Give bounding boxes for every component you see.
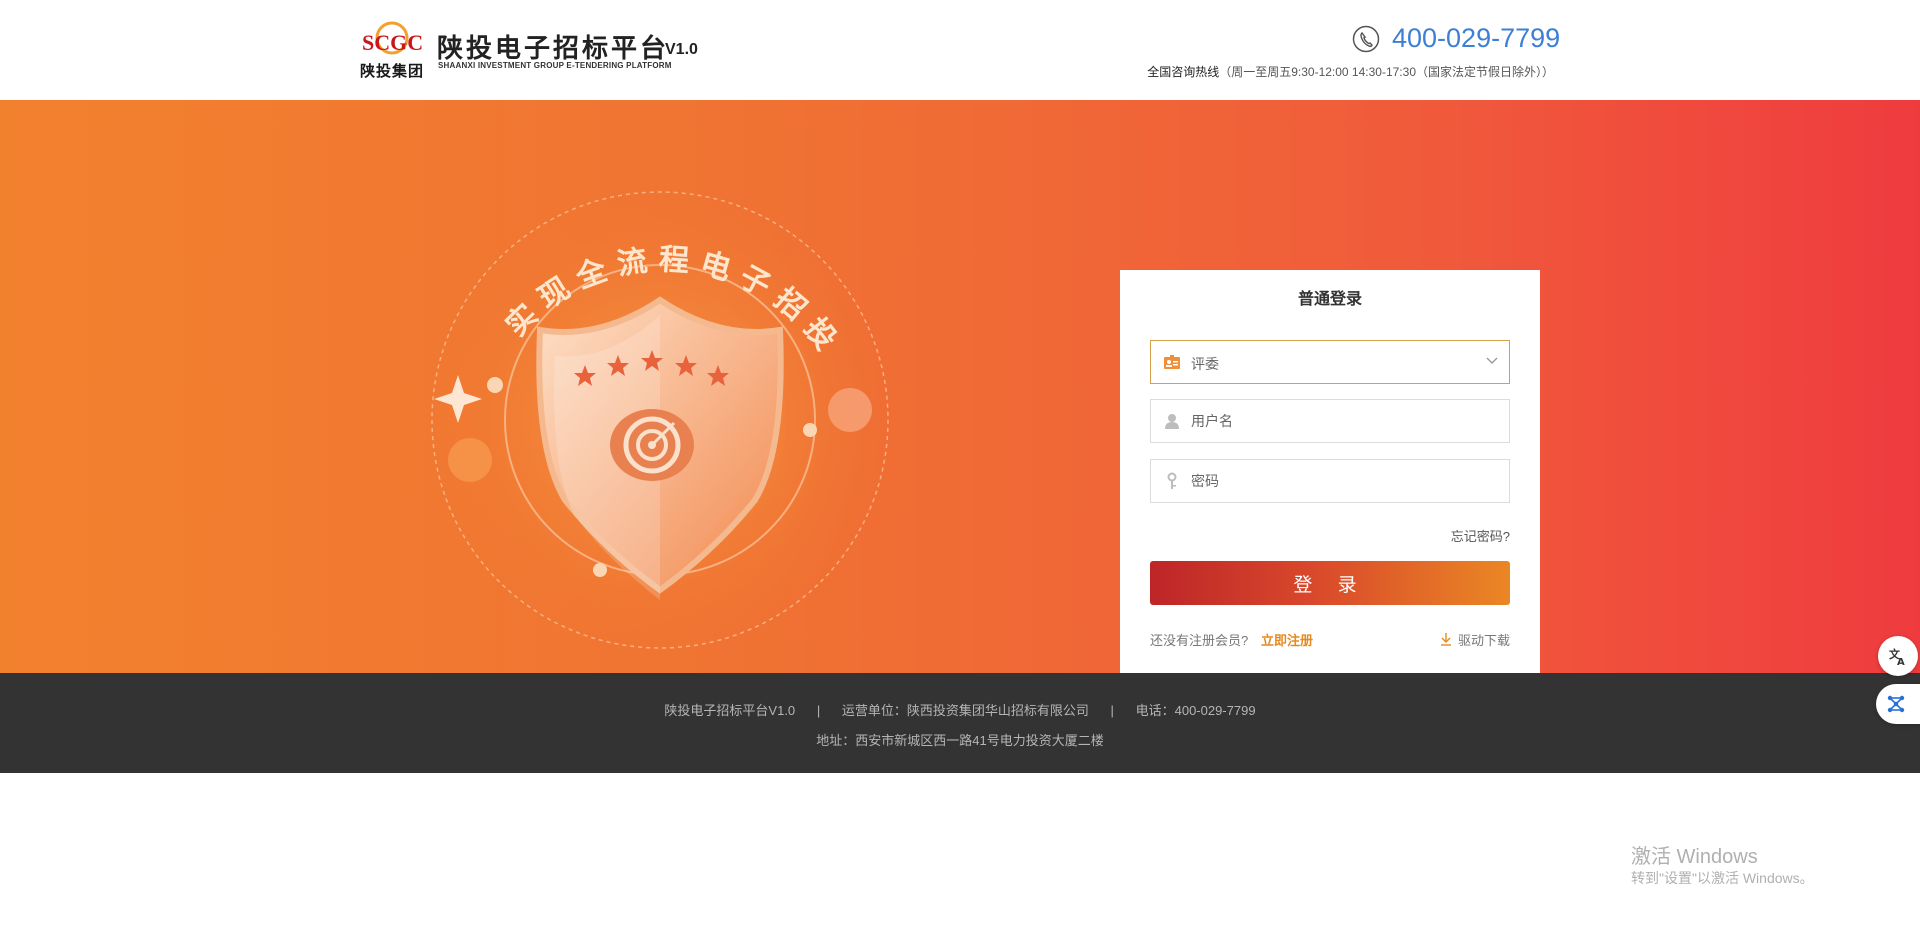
register-link[interactable]: 立即注册 — [1261, 630, 1313, 649]
password-input[interactable] — [1191, 460, 1491, 502]
password-field[interactable] — [1150, 459, 1510, 503]
shield-illustration: 实现全流程电子招投标 — [420, 180, 890, 650]
chevron-down-icon — [1486, 357, 1498, 364]
driver-download-link[interactable]: 驱动下载 — [1458, 630, 1510, 649]
hotline-label: 全国咨询热线 — [1147, 65, 1220, 79]
platform-title-english: SHAANXI INVESTMENT GROUP E-TENDERING PLA… — [438, 61, 672, 70]
network-icon — [1887, 695, 1905, 713]
login-button[interactable]: 登 录 — [1150, 561, 1510, 605]
footer-info: 陕投电子招标平台V1.0 | 运营单位：陕西投资集团华山招标有限公司 | 电话：… — [664, 703, 1256, 718]
platform-version: V1.0 — [665, 41, 698, 58]
svg-text:A: A — [1897, 657, 1905, 666]
company-logo[interactable]: SCGC 陕投集团 — [360, 20, 424, 80]
key-icon — [1167, 472, 1177, 489]
network-tool-button[interactable] — [1876, 684, 1920, 724]
role-select[interactable]: 评委 — [1150, 340, 1510, 384]
windows-activation-subtitle: 转到"设置"以激活 Windows。 — [1631, 870, 1814, 886]
username-input[interactable] — [1191, 400, 1491, 442]
site-footer: 陕投电子招标平台V1.0 | 运营单位：陕西投资集团华山招标有限公司 | 电话：… — [0, 673, 1920, 773]
user-icon — [1165, 414, 1179, 429]
login-title: 普通登录 — [1297, 291, 1362, 308]
download-icon[interactable] — [1440, 632, 1452, 646]
role-selected-value: 评委 — [1191, 356, 1219, 372]
translate-icon: 文 A — [1889, 647, 1905, 666]
username-field[interactable] — [1150, 399, 1510, 443]
windows-activation-title: 激活 Windows — [1631, 846, 1758, 868]
platform-title: 陕投电子招标平台 — [437, 33, 670, 63]
footer-address: 地址：西安市新城区西一路41号电力投资大厦二楼 — [816, 733, 1104, 748]
logo-company-name: 陕投集团 — [360, 63, 425, 80]
hotline-hours: （周一至周五9:30-12:00 14:30-17:30（国家法定节假日除外）） — [1219, 65, 1554, 79]
forgot-password-link[interactable]: 忘记密码? — [1451, 526, 1510, 545]
hero-banner: 实现全流程电子招投标 普通登录 评委 — [0, 100, 1920, 693]
translate-button[interactable]: 文 A — [1878, 636, 1918, 676]
site-header: SCGC 陕投集团 陕投电子招标平台 V1.0 SHAANXI INVESTME… — [0, 0, 1920, 100]
hotline-info: 全国咨询热线（周一至周五9:30-12:00 14:30-17:30（国家法定节… — [1147, 63, 1554, 80]
role-icon — [1164, 355, 1180, 369]
phone-icon — [1352, 25, 1380, 53]
hotline-number: 400-029-7799 — [1392, 23, 1561, 53]
svg-text:SCGC: SCGC — [362, 30, 423, 55]
no-account-text: 还没有注册会员? — [1150, 633, 1249, 648]
logo-mark-icon: SCGC — [362, 21, 423, 55]
login-card: 普通登录 评委 用户名 忘记密码? 登 录 还没有注册会员? 立即注册 驱动下载 — [1120, 270, 1540, 693]
